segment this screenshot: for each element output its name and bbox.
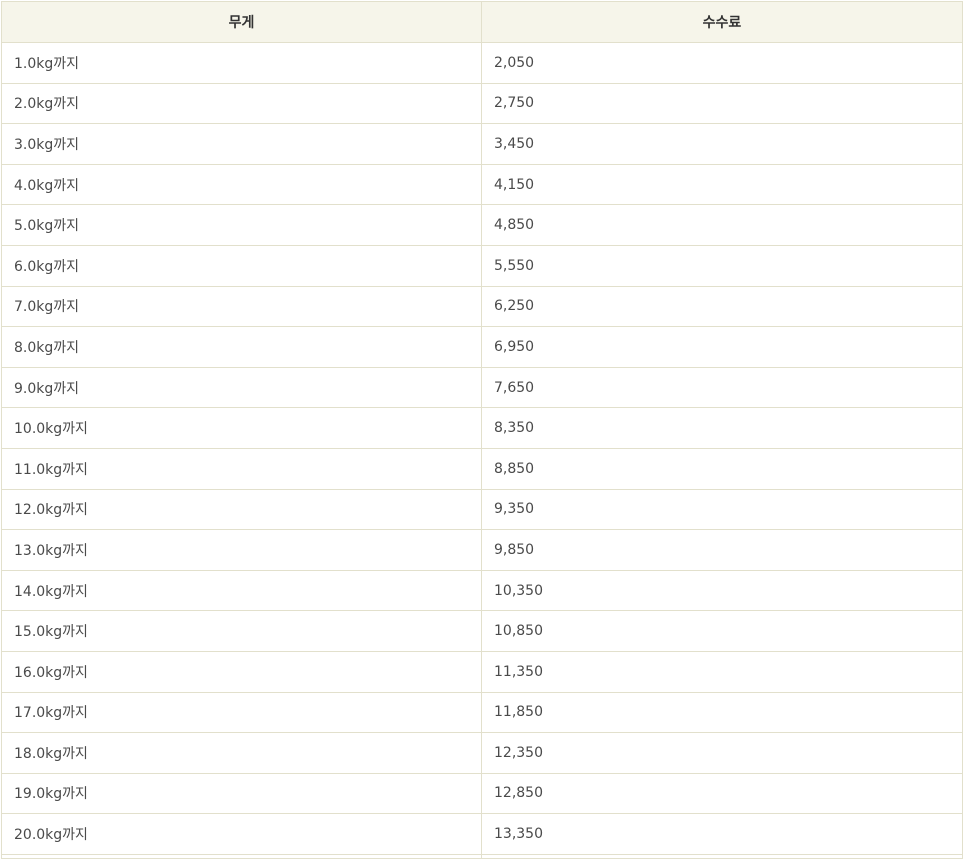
table-row: 20.0kg까지 13,350 <box>1 813 963 855</box>
weight-cell-empty <box>1 853 482 859</box>
table-row: 16.0kg까지 11,350 <box>1 650 963 693</box>
fee-cell: 12,350 <box>481 732 963 774</box>
fee-cell: 10,850 <box>481 610 963 652</box>
table-row: 18.0kg까지 12,350 <box>1 732 963 774</box>
header-fee: 수수료 <box>481 1 963 43</box>
weight-cell: 13.0kg까지 <box>1 529 482 571</box>
weight-cell: 3.0kg까지 <box>1 123 482 165</box>
table-row: 8.0kg까지 6,950 <box>1 326 963 368</box>
fee-cell: 8,850 <box>481 447 963 490</box>
weight-cell: 20.0kg까지 <box>1 813 482 855</box>
table-row: 2.0kg까지 2,750 <box>1 82 963 125</box>
table-header: 무게 수수료 <box>1 1 963 43</box>
table-body: 1.0kg까지 2,050 2.0kg까지 2,750 3.0kg까지 3,450 4… <box>1 42 963 859</box>
fee-cell: 9,350 <box>481 488 963 531</box>
table-row: 15.0kg까지 10,850 <box>1 610 963 652</box>
table-row: 7.0kg까지 6,250 <box>1 285 963 328</box>
fee-cell: 11,350 <box>481 650 963 693</box>
fee-cell: 4,150 <box>481 163 963 206</box>
weight-cell: 15.0kg까지 <box>1 610 482 652</box>
weight-cell: 14.0kg까지 <box>1 569 482 612</box>
weight-cell: 12.0kg까지 <box>1 488 482 531</box>
weight-cell: 11.0kg까지 <box>1 447 482 490</box>
weight-cell: 16.0kg까지 <box>1 650 482 693</box>
weight-cell: 17.0kg까지 <box>1 691 482 734</box>
fee-cell: 2,750 <box>481 82 963 125</box>
table-row: 10.0kg까지 8,350 <box>1 407 963 449</box>
weight-cell: 2.0kg까지 <box>1 82 482 125</box>
weight-cell: 1.0kg까지 <box>1 42 482 84</box>
fee-cell: 11,850 <box>481 691 963 734</box>
fee-cell-empty <box>481 853 963 859</box>
weight-cell: 8.0kg까지 <box>1 326 482 368</box>
fee-cell: 4,850 <box>481 204 963 246</box>
table-row: 5.0kg까지 4,850 <box>1 204 963 246</box>
fee-cell: 8,350 <box>481 407 963 449</box>
fee-cell: 5,550 <box>481 244 963 287</box>
weight-cell: 9.0kg까지 <box>1 366 482 409</box>
header-row: 무게 수수료 <box>1 1 963 43</box>
fee-cell: 10,350 <box>481 569 963 612</box>
weight-cell: 6.0kg까지 <box>1 244 482 287</box>
fee-table: 무게 수수료 1.0kg까지 2,050 2.0kg까지 2,750 3.0kg까지… <box>1 1 963 859</box>
table-row: 11.0kg까지 8,850 <box>1 447 963 490</box>
fee-cell: 7,650 <box>481 366 963 409</box>
table-row: 6.0kg까지 5,550 <box>1 244 963 287</box>
fee-cell: 6,950 <box>481 326 963 368</box>
fee-cell: 6,250 <box>481 285 963 328</box>
table-row: 1.0kg까지 2,050 <box>1 42 963 84</box>
table-row: 3.0kg까지 3,450 <box>1 123 963 165</box>
fee-cell: 12,850 <box>481 772 963 815</box>
fee-cell: 9,850 <box>481 529 963 571</box>
table-row-cut-off <box>1 853 963 859</box>
fee-cell: 2,050 <box>481 42 963 84</box>
table-row: 19.0kg까지 12,850 <box>1 772 963 815</box>
weight-cell: 7.0kg까지 <box>1 285 482 328</box>
table-row: 4.0kg까지 4,150 <box>1 163 963 206</box>
fee-cell: 3,450 <box>481 123 963 165</box>
table-row: 13.0kg까지 9,850 <box>1 529 963 571</box>
weight-cell: 19.0kg까지 <box>1 772 482 815</box>
weight-cell: 18.0kg까지 <box>1 732 482 774</box>
header-weight: 무게 <box>1 1 482 43</box>
table-row: 9.0kg까지 7,650 <box>1 366 963 409</box>
fee-cell: 13,350 <box>481 813 963 855</box>
weight-cell: 4.0kg까지 <box>1 163 482 206</box>
table-row: 14.0kg까지 10,350 <box>1 569 963 612</box>
table-row: 17.0kg까지 11,850 <box>1 691 963 734</box>
weight-cell: 5.0kg까지 <box>1 204 482 246</box>
table-row: 12.0kg까지 9,350 <box>1 488 963 531</box>
weight-cell: 10.0kg까지 <box>1 407 482 449</box>
